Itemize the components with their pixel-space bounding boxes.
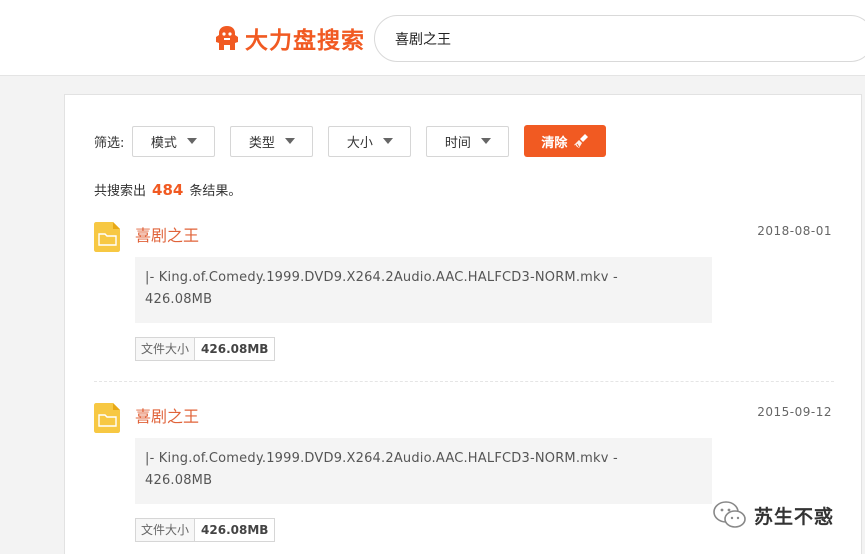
filter-mode-label: 模式 [150, 135, 177, 151]
file-size-tag: 文件大小 426.08MB [135, 337, 276, 361]
folder-icon [94, 222, 120, 252]
watermark: 苏生不惑 [712, 500, 834, 530]
filter-bar: 筛选: 模式 类型 大小 时间 清除 [94, 125, 607, 157]
file-name: |- King.of.Comedy.1999.DVD9.X264.2Audio.… [145, 451, 618, 466]
file-size-value: 426.08MB [201, 523, 269, 537]
logo-text: 大力盘搜索 [245, 28, 365, 54]
filter-size-dropdown[interactable]: 大小 [328, 125, 412, 157]
file-inline-size: 426.08MB [145, 473, 213, 488]
result-date: 2018-08-01 [757, 224, 832, 238]
file-name: |- King.of.Comedy.1999.DVD9.X264.2Audio.… [145, 270, 618, 285]
file-size-tag: 文件大小 426.08MB [135, 518, 276, 542]
result-count-prefix: 共搜索出 [94, 184, 147, 199]
filter-time-dropdown[interactable]: 时间 [426, 125, 510, 157]
file-size-key: 文件大小 [136, 519, 196, 541]
result-title-link[interactable]: 喜剧之王 [135, 403, 199, 427]
filter-time-label: 时间 [444, 135, 471, 151]
wechat-icon [713, 501, 746, 528]
file-size-value: 426.08MB [201, 342, 269, 356]
caret-down-icon [382, 138, 393, 144]
watermark-text: 苏生不惑 [754, 505, 835, 528]
file-size-key: 文件大小 [136, 338, 196, 360]
results-card: 筛选: 模式 类型 大小 时间 清除 共搜索出 484 条结果。 喜剧之王 20… [64, 94, 862, 554]
result-count-number: 484 [152, 181, 184, 199]
clear-button-label: 清除 [541, 135, 568, 151]
search-input[interactable] [395, 28, 855, 50]
site-logo[interactable]: 大力盘搜索 [213, 22, 365, 54]
file-list: |- King.of.Comedy.1999.DVD9.X264.2Audio.… [135, 438, 712, 504]
top-bar: 大力盘搜索 [0, 0, 865, 76]
result-date: 2015-09-12 [757, 405, 832, 419]
file-inline-size: 426.08MB [145, 292, 213, 307]
caret-down-icon [480, 138, 491, 144]
folder-icon [94, 403, 120, 433]
file-list: |- King.of.Comedy.1999.DVD9.X264.2Audio.… [135, 257, 712, 323]
filter-type-label: 类型 [248, 135, 275, 151]
broom-icon [574, 134, 589, 149]
result-divider [94, 381, 834, 382]
caret-down-icon [284, 138, 295, 144]
filter-label: 筛选: [94, 135, 125, 151]
filter-size-label: 大小 [346, 135, 373, 151]
result-title-link[interactable]: 喜剧之王 [135, 222, 199, 246]
result-count: 共搜索出 484 条结果。 [94, 180, 241, 199]
filter-mode-dropdown[interactable]: 模式 [132, 125, 216, 157]
result-count-suffix: 条结果。 [189, 184, 242, 199]
clear-filters-button[interactable]: 清除 [524, 125, 607, 157]
gorilla-logo-icon [216, 26, 238, 50]
caret-down-icon [186, 138, 197, 144]
filter-type-dropdown[interactable]: 类型 [230, 125, 314, 157]
search-box[interactable] [374, 15, 865, 62]
